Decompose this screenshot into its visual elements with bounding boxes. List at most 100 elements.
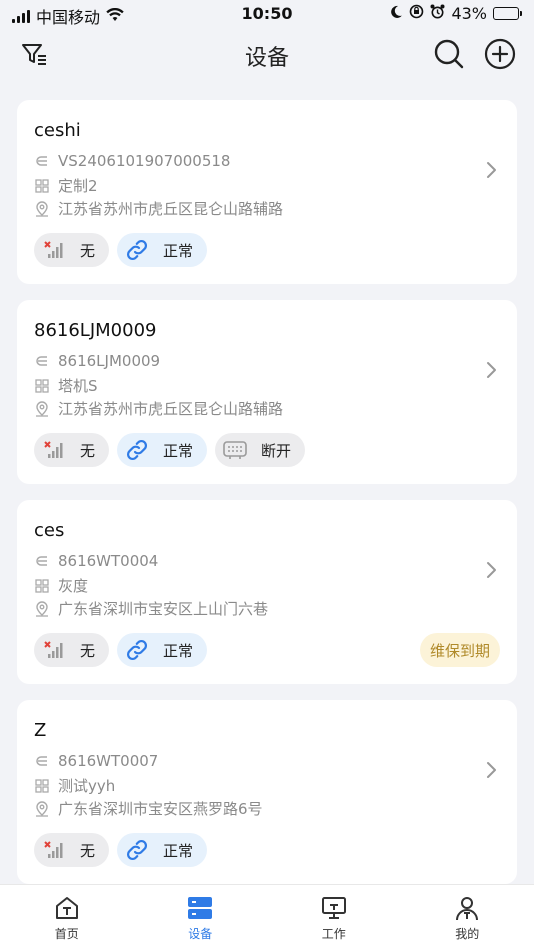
grid-icon xyxy=(34,578,50,594)
device-card[interactable]: 8616LJM0009 8616LJM0009 塔机S 江苏省苏州市虎丘区昆仑山路辅路… xyxy=(17,300,517,484)
device-address-row: 广东省深圳市宝安区上山门六巷 xyxy=(34,598,268,619)
device-code-row: 8616WT0004 xyxy=(34,552,158,570)
status-tag-label: 无 xyxy=(80,241,96,260)
status-tag-label: 正常 xyxy=(163,841,194,860)
battery-percent: 43% xyxy=(451,4,487,23)
status-tag-signal: 无 xyxy=(34,633,110,667)
serial-icon xyxy=(34,553,50,569)
status-tag-label: 正常 xyxy=(163,241,194,260)
add-icon[interactable] xyxy=(482,36,518,72)
chevron-right-icon xyxy=(485,360,499,380)
serial-icon xyxy=(34,353,50,369)
status-bar: 中国移动 10:50 43% xyxy=(0,0,534,28)
device-model-row: 测试yyh xyxy=(34,775,115,796)
home-icon xyxy=(52,893,82,923)
status-tags: 无 正常 断开 xyxy=(34,433,306,467)
tab-monitor[interactable]: 工作 xyxy=(267,885,401,950)
device-name: Z xyxy=(34,720,47,741)
device-address-row: 江苏省苏州市虎丘区昆仑山路辅路 xyxy=(34,398,283,419)
status-tags: 无 正常 xyxy=(34,833,208,867)
status-tag-label: 正常 xyxy=(163,641,194,660)
chevron-right-icon xyxy=(485,760,499,780)
device-name: ces xyxy=(34,520,65,541)
device-address-row: 广东省深圳市宝安区燕罗路6号 xyxy=(34,798,263,819)
signal-off-icon xyxy=(40,636,68,664)
profile-icon xyxy=(452,893,482,923)
status-tag-label: 断开 xyxy=(261,441,292,460)
status-tags: 无 正常 xyxy=(34,233,208,267)
status-tag-label: 无 xyxy=(80,441,96,460)
status-tag-signal: 无 xyxy=(34,433,110,467)
device-model-row: 定制2 xyxy=(34,175,98,196)
tab-profile[interactable]: 我的 xyxy=(401,885,534,950)
device-model-row: 灰度 xyxy=(34,575,88,596)
serial-icon xyxy=(34,753,50,769)
signal-off-icon xyxy=(40,836,68,864)
device-card[interactable]: ceshi VS2406101907000518 定制2 江苏省苏州市虎丘区昆仑山路辅… xyxy=(17,100,517,284)
device-name: 8616LJM0009 xyxy=(34,320,157,341)
moon-icon xyxy=(389,4,403,23)
link-icon xyxy=(123,636,151,664)
serial-icon xyxy=(34,153,50,169)
status-tag-link: 正常 xyxy=(117,633,208,667)
status-tag-label: 正常 xyxy=(163,441,194,460)
link-icon xyxy=(123,836,151,864)
grid-icon xyxy=(34,178,50,194)
status-tag-link: 正常 xyxy=(117,233,208,267)
device-model: 定制2 xyxy=(58,177,98,195)
grid-icon xyxy=(34,378,50,394)
device-code-row: 8616WT0007 xyxy=(34,752,158,770)
status-tag-link: 正常 xyxy=(117,433,208,467)
battery-icon xyxy=(493,7,522,20)
device-card[interactable]: ces 8616WT0004 灰度广东省深圳市宝安区上山门六巷无 正常 维保到期 xyxy=(17,500,517,684)
signal-off-icon xyxy=(40,236,68,264)
status-tag-label: 无 xyxy=(80,841,96,860)
device-model: 灰度 xyxy=(58,577,89,595)
signal-off-icon xyxy=(40,436,68,464)
device-name: ceshi xyxy=(34,120,81,141)
location-icon xyxy=(34,600,50,617)
device-model-row: 塔机S xyxy=(34,375,98,396)
location-icon xyxy=(34,800,50,817)
tab-label: 工作 xyxy=(321,927,346,941)
chevron-right-icon xyxy=(485,160,499,180)
search-icon[interactable] xyxy=(431,36,467,72)
tab-home[interactable]: 首页 xyxy=(0,885,134,950)
device-address: 广东省深圳市宝安区燕罗路6号 xyxy=(58,800,263,818)
status-tags: 无 正常 xyxy=(34,633,208,667)
device-model: 塔机S xyxy=(58,377,98,395)
orientation-lock-icon xyxy=(409,4,424,23)
device-model: 测试yyh xyxy=(58,777,116,795)
device-address: 江苏省苏州市虎丘区昆仑山路辅路 xyxy=(58,400,284,418)
device-code: 8616LJM0009 xyxy=(58,352,161,370)
device-code: 8616WT0004 xyxy=(58,552,159,570)
device-card[interactable]: Z 8616WT0007 测试yyh 广东省深圳市宝安区燕罗路6号无 正常 xyxy=(17,700,517,884)
grid-icon xyxy=(34,778,50,794)
device-icon xyxy=(185,893,215,923)
tab-label: 设备 xyxy=(188,927,213,941)
status-tag-label: 无 xyxy=(80,641,96,660)
device-code: 8616WT0007 xyxy=(58,752,159,770)
tab-label: 首页 xyxy=(54,927,79,941)
device-address-row: 江苏省苏州市虎丘区昆仑山路辅路 xyxy=(34,198,283,219)
device-code: VS2406101907000518 xyxy=(58,152,231,170)
link-icon xyxy=(123,436,151,464)
link-icon xyxy=(123,236,151,264)
device-code-row: 8616LJM0009 xyxy=(34,352,160,370)
device-code-row: VS2406101907000518 xyxy=(34,152,230,170)
maintenance-badge: 维保到期 xyxy=(419,633,500,667)
router-icon xyxy=(221,436,249,464)
status-tag-router: 断开 xyxy=(215,433,306,467)
status-tag-link: 正常 xyxy=(117,833,208,867)
alarm-icon xyxy=(430,4,445,23)
status-tag-signal: 无 xyxy=(34,233,110,267)
status-tag-signal: 无 xyxy=(34,833,110,867)
monitor-icon xyxy=(319,893,349,923)
location-icon xyxy=(34,200,50,217)
navigation-bar: 设备 xyxy=(0,28,534,82)
location-icon xyxy=(34,400,50,417)
device-address: 广东省深圳市宝安区上山门六巷 xyxy=(58,600,269,618)
tab-bar: 首页 设备 工作 我的 xyxy=(0,884,534,950)
device-list: ceshi VS2406101907000518 定制2 江苏省苏州市虎丘区昆仑山路辅… xyxy=(17,100,517,900)
tab-device[interactable]: 设备 xyxy=(134,885,268,950)
